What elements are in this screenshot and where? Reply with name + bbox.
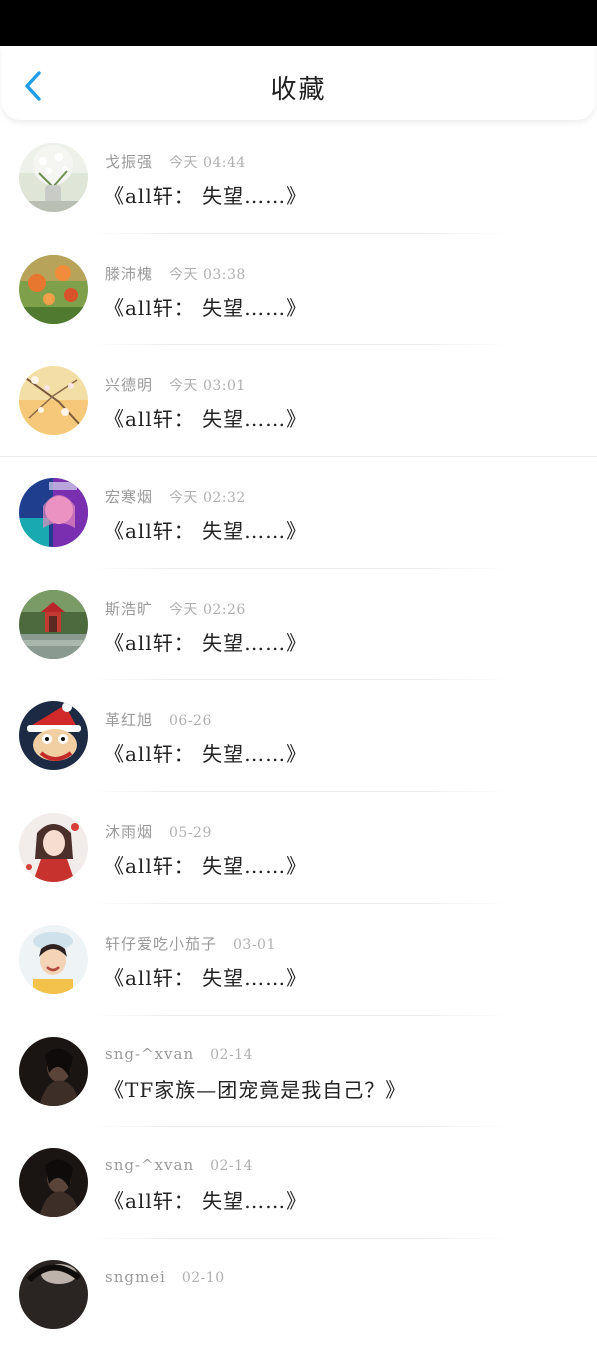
timestamp: 今天 02:32 xyxy=(169,490,246,507)
avatar xyxy=(19,924,88,994)
timestamp: 02-14 xyxy=(210,1046,253,1063)
item-meta: 滕沛槐 今天 03:38 xyxy=(105,263,246,284)
list-item[interactable]: sng-^xvan 02-14 《all轩： 失望……》 xyxy=(0,1127,597,1239)
avatar xyxy=(19,813,88,883)
list-item[interactable]: sngmei 02-10 xyxy=(0,1239,597,1351)
avatar xyxy=(19,589,88,659)
author-name: sng-^xvan xyxy=(105,1044,195,1063)
avatar-image-orange-flowers xyxy=(19,254,88,324)
timestamp: 06-26 xyxy=(169,713,212,730)
author-name: sng-^xvan xyxy=(105,1156,195,1175)
avatar xyxy=(19,701,88,771)
item-title: 《all轩： 失望……》 xyxy=(104,519,308,544)
avatar xyxy=(19,1148,88,1218)
item-title: 《all轩： 失望……》 xyxy=(104,1189,308,1214)
author-name: 兴德明 xyxy=(105,376,154,395)
status-bar xyxy=(0,0,597,46)
author-name: 斯浩旷 xyxy=(105,599,154,618)
item-title: 《TF家族—团宠竟是我自己？》 xyxy=(104,1077,407,1102)
avatar xyxy=(19,143,88,212)
item-title: 《all轩： 失望……》 xyxy=(104,742,308,767)
list-item[interactable]: 斯浩旷 今天 02:26 《all轩： 失望……》 xyxy=(0,569,597,681)
timestamp: 03-01 xyxy=(233,936,276,953)
timestamp: 今天 04:44 xyxy=(169,155,246,171)
item-meta: 宏寒烟 今天 02:32 xyxy=(105,486,246,507)
nav-bar: 收藏 xyxy=(2,46,595,120)
item-title: 《all轩： 失望……》 xyxy=(104,630,308,655)
item-meta: sngmei 02-10 xyxy=(105,1268,225,1286)
list-item[interactable]: 宏寒烟 今天 02:32 《all轩： 失望……》 xyxy=(0,457,597,569)
item-meta: 斯浩旷 今天 02:26 xyxy=(105,598,246,619)
avatar xyxy=(19,1036,88,1106)
page-title: 收藏 xyxy=(270,75,327,105)
list-item[interactable]: 沐雨烟 05-29 《all轩： 失望……》 xyxy=(0,792,597,904)
item-meta: 戈振强 今天 04:44 xyxy=(105,151,246,172)
avatar-image-dark-portrait-partial xyxy=(19,1259,88,1329)
timestamp: 02-14 xyxy=(210,1158,253,1175)
favorites-list: 戈振强 今天 04:44 《all轩： 失望……》 滕沛槐 今天 03:38 《al… xyxy=(0,122,597,1351)
avatar xyxy=(19,366,88,436)
timestamp: 今天 03:38 xyxy=(169,266,246,283)
list-item[interactable]: 轩仔爱吃小茄子 03-01 《all轩： 失望……》 xyxy=(0,904,597,1016)
avatar-image-dark-portrait xyxy=(19,1148,88,1218)
author-name: 滕沛槐 xyxy=(105,264,154,283)
avatar xyxy=(19,1259,88,1329)
list-item[interactable]: 革红旭 06-26 《all轩： 失望……》 xyxy=(0,680,597,793)
item-meta: sng-^xvan 02-14 xyxy=(105,1045,253,1063)
timestamp: 今天 02:26 xyxy=(169,601,246,618)
list-item[interactable]: sng-^xvan 02-14 《TF家族—团宠竟是我自己？》 xyxy=(0,1016,597,1128)
avatar xyxy=(19,478,88,548)
author-name: sngmei xyxy=(105,1267,166,1286)
timestamp: 05-29 xyxy=(169,825,212,842)
avatar-image-blossom xyxy=(19,366,88,436)
author-name: 革红旭 xyxy=(105,711,154,730)
timestamp: 02-10 xyxy=(181,1269,225,1286)
item-title: 《all轩： 失望……》 xyxy=(104,295,308,320)
item-meta: 兴德明 今天 03:01 xyxy=(105,374,246,395)
item-meta: sng-^xvan 02-14 xyxy=(105,1156,253,1174)
avatar-image-monkey xyxy=(19,701,88,771)
item-meta: 革红旭 06-26 xyxy=(105,709,212,730)
avatar-image-pavilion xyxy=(19,589,88,659)
item-meta: 沐雨烟 05-29 xyxy=(105,821,212,842)
timestamp: 今天 03:01 xyxy=(169,378,246,395)
list-item[interactable]: 戈振强 今天 04:44 《all轩： 失望……》 xyxy=(0,122,597,234)
item-title: 《all轩： 失望……》 xyxy=(104,854,308,879)
avatar-image-anime-girl xyxy=(19,813,88,883)
list-item[interactable]: 兴德明 今天 03:01 《all轩： 失望……》 xyxy=(0,345,597,458)
author-name: 轩仔爱吃小茄子 xyxy=(105,934,218,953)
item-meta: 轩仔爱吃小茄子 03-01 xyxy=(105,933,276,954)
item-title: 《all轩： 失望……》 xyxy=(104,965,308,990)
author-name: 戈振强 xyxy=(105,153,154,171)
author-name: 宏寒烟 xyxy=(105,488,154,507)
item-title: 《all轩： 失望……》 xyxy=(104,407,308,432)
item-title: 《all轩： 失望……》 xyxy=(104,184,308,208)
avatar xyxy=(19,254,88,324)
avatar-image-neon-girl xyxy=(19,478,88,548)
avatar-image-dark-portrait xyxy=(19,1036,88,1106)
author-name: 沐雨烟 xyxy=(105,823,154,842)
avatar-image-white-flowers xyxy=(19,143,88,212)
list-item[interactable]: 滕沛槐 今天 03:38 《all轩： 失望……》 xyxy=(0,234,597,346)
avatar-image-smiling-girl xyxy=(19,924,88,994)
